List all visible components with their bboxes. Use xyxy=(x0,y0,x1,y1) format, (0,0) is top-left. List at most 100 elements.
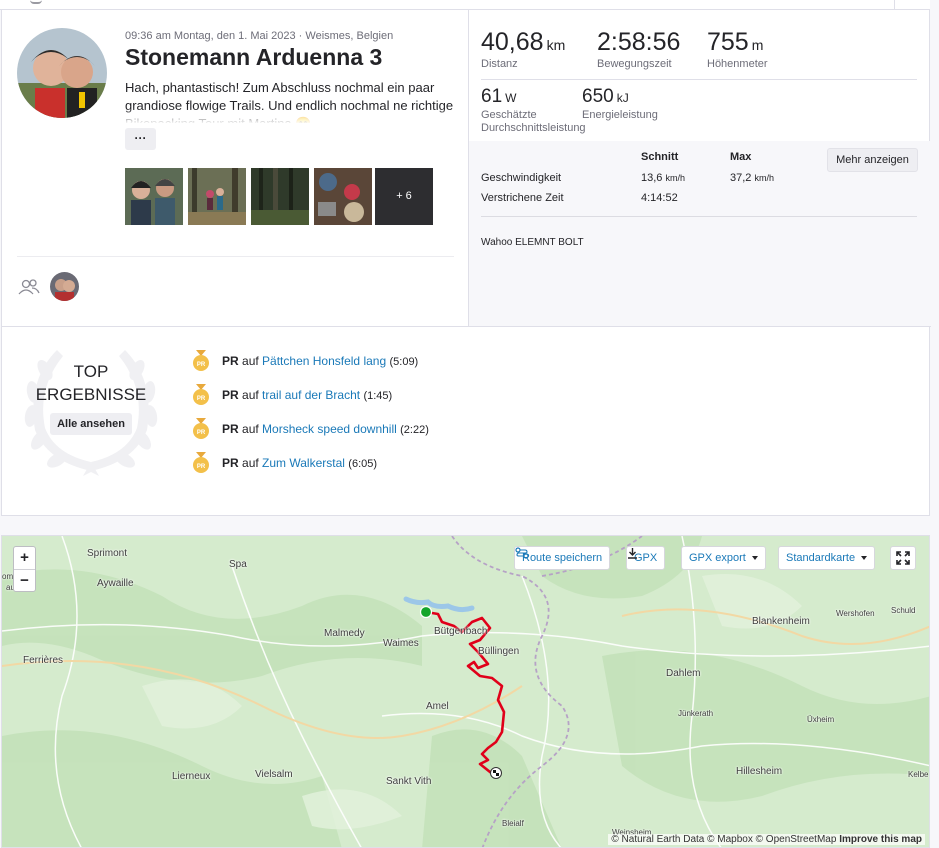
segment-time: (6:05) xyxy=(348,458,378,470)
stat-unit: km xyxy=(546,37,566,53)
map-place-label: Vielsalm xyxy=(255,769,293,780)
map-place-label: Sprimont xyxy=(87,548,128,559)
save-route-label: Route speichern xyxy=(522,552,603,564)
see-all-button[interactable]: Alle ansehen xyxy=(50,413,132,435)
col-header-avg: Schnitt xyxy=(641,151,679,163)
map-place-label: Waimes xyxy=(383,638,419,649)
details-divider xyxy=(481,216,917,217)
map-place-label: Blankenheim xyxy=(752,616,810,627)
stat-value: 755 xyxy=(707,28,749,56)
show-more-button[interactable]: Mehr anzeigen xyxy=(827,148,918,172)
zoom-out-button[interactable]: − xyxy=(14,569,35,591)
photo-thumbnail[interactable] xyxy=(125,168,183,225)
stat-value: 61 xyxy=(481,86,503,107)
map-place-label: Spa xyxy=(229,559,247,570)
gpx-download-button[interactable]: GPX xyxy=(626,546,666,570)
route-map[interactable]: Sprimont Aywaille Spa Malmedy Waimes Büt… xyxy=(1,535,930,848)
pr-label: PR xyxy=(222,422,239,436)
activity-meta: 09:36 am Montag, den 1. Mai 2023 · Weism… xyxy=(125,30,394,42)
speed-max-value: 37,2 xyxy=(730,172,752,184)
zoom-in-button[interactable]: + xyxy=(14,547,35,569)
save-route-button[interactable]: Route speichern xyxy=(514,546,611,570)
stat-unit: m xyxy=(751,37,764,53)
map-place-label: Schuld xyxy=(891,606,916,615)
segment-time: (1:45) xyxy=(363,390,393,402)
col-header-max: Max xyxy=(730,151,752,163)
pr-label: PR xyxy=(222,354,239,368)
segment-link[interactable]: Zum Walkerstal xyxy=(262,456,345,470)
map-place-label: Sankt Vith xyxy=(386,776,432,787)
top-results-title-line: ERGEBNISSE xyxy=(35,385,147,404)
route-start-marker[interactable] xyxy=(419,605,433,619)
segment-link[interactable]: Pättchen Honsfeld lang xyxy=(262,354,386,368)
top-results-title-line: TOP xyxy=(73,362,109,381)
segment-time: (2:22) xyxy=(400,424,429,436)
stat-elevation: 755 m Höhenmeter xyxy=(707,28,768,70)
map-attribution: © Natural Earth Data © Mapbox © OpenStre… xyxy=(608,834,925,845)
group-activity-icon[interactable] xyxy=(18,278,40,296)
pr-badge-text: PR xyxy=(197,430,206,436)
map-place-label: Lierneux xyxy=(172,771,211,782)
companion-avatar[interactable] xyxy=(50,272,79,301)
segment-link[interactable]: trail auf der Bracht xyxy=(262,388,360,402)
gpx-export-dropdown[interactable]: GPX export xyxy=(681,546,766,570)
top-strip-divider xyxy=(894,0,895,10)
stat-label: Geschätzte Durchschnittsleistung xyxy=(481,109,586,135)
map-place-label: Bleialf xyxy=(502,819,524,828)
speed-max-unit: km/h xyxy=(754,173,774,183)
fullscreen-button[interactable] xyxy=(890,546,916,570)
map-place-label: Aywaille xyxy=(97,578,134,589)
elapsed-time-value: 4:14:52 xyxy=(641,192,678,204)
photo-thumbnail[interactable] xyxy=(314,168,372,225)
stats-divider xyxy=(481,79,917,80)
device-name: Wahoo ELEMNT BOLT xyxy=(481,237,584,248)
stat-unit: W xyxy=(505,91,517,105)
top-strip-icon xyxy=(30,0,42,4)
map-place-label: Wershofen xyxy=(836,609,875,618)
stat-label-line: Geschätzte xyxy=(481,109,537,121)
row-label: Verstrichene Zeit xyxy=(481,192,564,204)
pr-medal-icon: PR xyxy=(193,350,209,371)
photo-thumbnail[interactable] xyxy=(251,168,309,225)
photo-thumbnail[interactable] xyxy=(188,168,246,225)
chevron-down-icon xyxy=(861,556,868,561)
athlete-avatar[interactable] xyxy=(17,28,107,118)
pr-label: PR xyxy=(222,456,239,470)
pr-auf: auf xyxy=(242,354,259,368)
more-options-button[interactable]: ··· xyxy=(125,128,156,150)
speed-avg-unit: km/h xyxy=(665,173,685,183)
stat-label: Energieleistung xyxy=(582,109,658,121)
stat-unit: kJ xyxy=(616,91,629,105)
stat-label-line: Durchschnittsleistung xyxy=(481,122,586,134)
chevron-down-icon xyxy=(751,556,758,561)
activity-title: Stonemann Arduenna 3 xyxy=(125,44,383,70)
pr-label: PR xyxy=(222,388,239,402)
map-canvas xyxy=(2,536,929,847)
map-place-label: Hillesheim xyxy=(736,766,783,777)
route-finish-marker[interactable] xyxy=(490,767,502,779)
map-place-label: Bütgenbach xyxy=(434,626,488,637)
stat-value: 650 xyxy=(582,86,614,107)
zoom-control: + − xyxy=(13,546,36,592)
map-place-label: Amel xyxy=(426,701,449,712)
pr-auf: auf xyxy=(242,422,259,436)
map-place-label: Kelbe xyxy=(908,770,929,779)
description-fade xyxy=(125,108,455,124)
stat-label: Bewegungszeit xyxy=(597,58,672,70)
speed-avg-value: 13,6 xyxy=(641,172,663,184)
segment-time: (5:09) xyxy=(389,356,419,368)
stat-label: Distanz xyxy=(481,58,518,70)
pr-medal-icon: PR xyxy=(193,384,209,405)
map-place-label: Üxheim xyxy=(807,715,835,724)
segment-link[interactable]: Morsheck speed downhill xyxy=(262,422,397,436)
map-style-dropdown[interactable]: Standardkarte xyxy=(778,546,876,570)
row-label: Geschwindigkeit xyxy=(481,172,562,184)
map-style-label: Standardkarte xyxy=(786,552,856,564)
top-results-title: TOP ERGEBNISSE xyxy=(25,360,157,406)
more-photos-tile[interactable]: + 6 xyxy=(375,168,433,225)
map-place-label: Malmedy xyxy=(324,628,365,639)
stat-value: 2:58:56 xyxy=(597,28,681,56)
improve-map-link[interactable]: Improve this map xyxy=(839,834,922,845)
divider xyxy=(17,256,454,257)
attribution-text[interactable]: © Natural Earth Data © Mapbox © OpenStre… xyxy=(611,834,836,845)
